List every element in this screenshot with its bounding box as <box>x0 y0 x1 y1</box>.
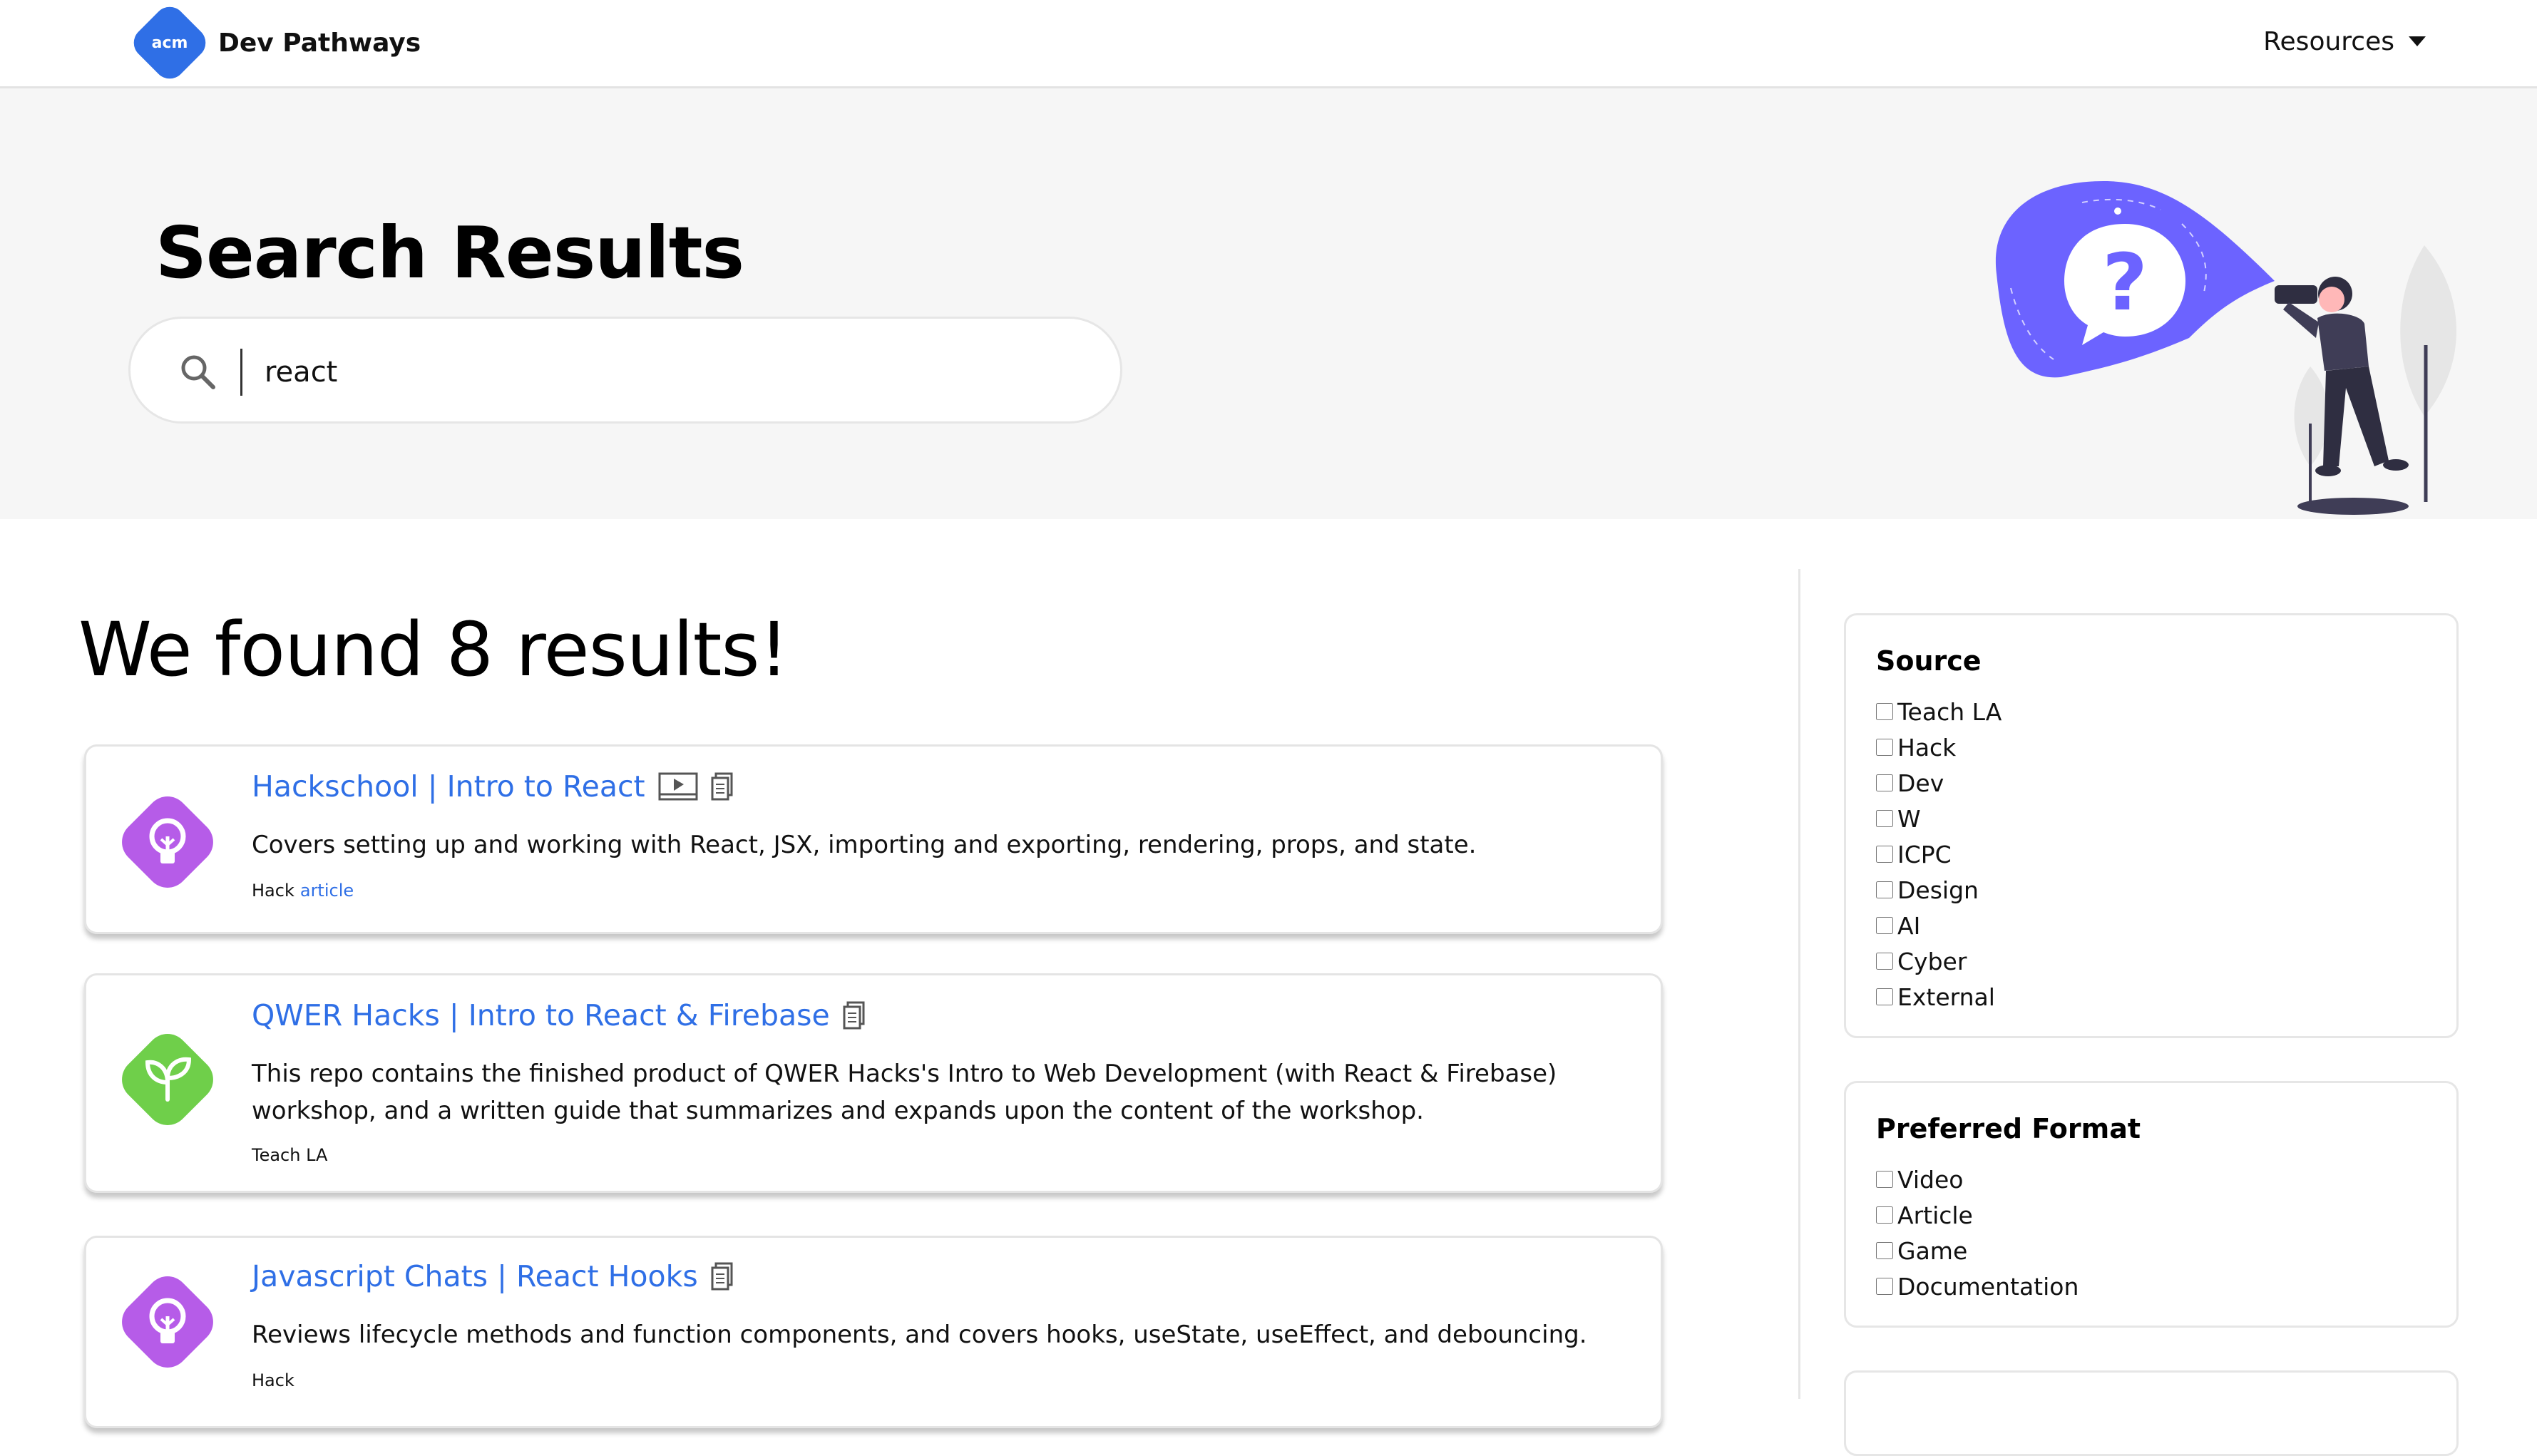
source-option-teach-la[interactable]: Teach LA <box>1876 694 2002 729</box>
option-label: AI <box>1897 911 1921 940</box>
option-label: Hack <box>1897 733 1957 762</box>
resources-dropdown[interactable]: Resources <box>2263 21 2426 61</box>
source-option-w[interactable]: W <box>1876 801 1921 836</box>
result-title-link[interactable]: QWER Hacks | Intro to React & Firebase <box>252 998 830 1032</box>
search-input[interactable] <box>263 346 1086 399</box>
additional-filter-panel <box>1844 1370 2459 1456</box>
resources-label: Resources <box>2263 26 2394 56</box>
checkbox[interactable] <box>1876 774 1893 791</box>
checkbox[interactable] <box>1876 810 1893 827</box>
checkbox[interactable] <box>1876 846 1893 863</box>
column-divider <box>1798 569 1800 1399</box>
document-icon <box>711 1262 733 1291</box>
checkbox[interactable] <box>1876 739 1893 756</box>
result-icon-badge <box>113 1267 222 1377</box>
checkbox[interactable] <box>1876 1278 1893 1295</box>
result-description: This repo contains the finished product … <box>252 1060 1557 1125</box>
result-icon-badge <box>113 787 222 897</box>
result-kind-link[interactable]: article <box>300 881 354 901</box>
option-label: Teach LA <box>1897 697 2002 726</box>
checkbox[interactable] <box>1876 703 1893 720</box>
checkbox[interactable] <box>1876 1171 1893 1188</box>
result-icon-badge <box>113 1025 222 1134</box>
source-option-icpc[interactable]: ICPC <box>1876 836 1952 872</box>
svg-text:?: ? <box>2102 237 2148 328</box>
result-source: Hack <box>252 881 294 901</box>
source-option-external[interactable]: External <box>1876 979 1995 1015</box>
option-label: ICPC <box>1897 840 1952 868</box>
result-title-link[interactable]: Javascript Chats | React Hooks <box>252 1259 698 1293</box>
format-option-article[interactable]: Article <box>1876 1197 1973 1233</box>
page-title: Search Results <box>155 211 744 294</box>
checkbox[interactable] <box>1876 1206 1893 1224</box>
checkbox[interactable] <box>1876 953 1893 970</box>
result-card: QWER Hacks | Intro to React & Firebase T… <box>84 973 1663 1193</box>
source-option-ai[interactable]: AI <box>1876 908 1920 943</box>
format-filter-title: Preferred Format <box>1876 1113 2141 1144</box>
option-label: W <box>1897 804 1921 833</box>
brand-name: Dev Pathways <box>218 28 421 58</box>
acm-logo: acm <box>127 0 212 86</box>
format-option-game[interactable]: Game <box>1876 1233 1967 1268</box>
lightbulb-icon <box>149 1298 186 1343</box>
caret-down-icon <box>2409 36 2426 46</box>
lightbulb-icon <box>149 818 186 863</box>
video-icon <box>658 772 698 801</box>
search-bar[interactable] <box>128 317 1122 424</box>
result-description: Reviews lifecycle methods and function c… <box>252 1321 1587 1349</box>
option-label: External <box>1897 983 1995 1011</box>
result-card: Javascript Chats | React Hooks Reviews l… <box>84 1236 1663 1428</box>
source-option-design[interactable]: Design <box>1876 872 1979 908</box>
document-icon <box>711 772 733 801</box>
source-option-dev[interactable]: Dev <box>1876 765 1944 801</box>
source-filter-panel: Source Teach LA Hack Dev W ICPC Design A… <box>1844 613 2459 1038</box>
document-icon <box>843 1001 865 1030</box>
brand-link[interactable]: acm Dev Pathways <box>127 0 421 86</box>
checkbox[interactable] <box>1876 1242 1893 1259</box>
option-label: Documentation <box>1897 1272 2079 1301</box>
search-illustration: ? <box>1995 181 2456 515</box>
results-count-heading: We found 8 results! <box>78 606 789 693</box>
search-caret <box>240 349 242 396</box>
format-option-video[interactable]: Video <box>1876 1162 1963 1197</box>
option-label: Dev <box>1897 769 1944 797</box>
source-filter-title: Source <box>1876 645 1982 677</box>
option-label: Design <box>1897 876 1979 904</box>
search-icon <box>181 355 215 389</box>
result-title-link[interactable]: Hackschool | Intro to React <box>252 769 645 804</box>
checkbox[interactable] <box>1876 988 1893 1005</box>
option-label: Game <box>1897 1236 1968 1265</box>
logo-text: acm <box>151 34 188 52</box>
option-label: Cyber <box>1897 947 1967 975</box>
hero-section: Search Results ? <box>0 88 2537 519</box>
top-navbar: acm Dev Pathways Resources <box>0 0 2537 88</box>
format-filter-panel: Preferred Format Video Article Game Docu… <box>1844 1081 2459 1328</box>
source-option-cyber[interactable]: Cyber <box>1876 943 1967 979</box>
result-source: Hack <box>252 1370 294 1390</box>
checkbox[interactable] <box>1876 881 1893 898</box>
source-option-hack[interactable]: Hack <box>1876 729 1956 765</box>
result-description: Covers setting up and working with React… <box>252 831 1477 859</box>
format-option-documentation[interactable]: Documentation <box>1876 1268 2079 1304</box>
option-label: Video <box>1897 1165 1964 1194</box>
sprout-icon <box>145 1057 192 1102</box>
option-label: Article <box>1897 1201 1973 1229</box>
result-source: Teach LA <box>252 1145 328 1165</box>
result-card: Hackschool | Intro to React Covers setti… <box>84 744 1663 934</box>
checkbox[interactable] <box>1876 917 1893 934</box>
